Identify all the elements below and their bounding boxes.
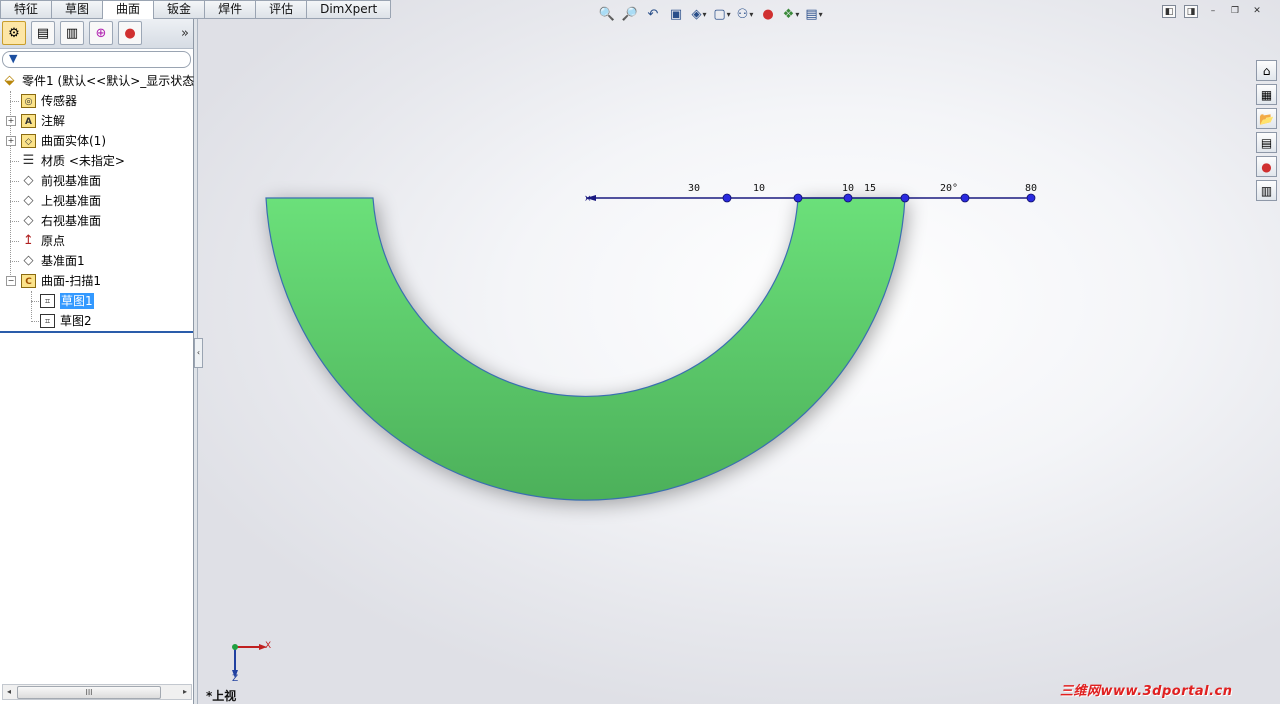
custom-properties-icon[interactable]: ▥ (1256, 180, 1277, 201)
dimxpert-manager-icon[interactable]: ⊕ (89, 21, 113, 45)
edit-appearance-icon[interactable]: ● (758, 5, 778, 23)
sensor-icon: ◎ (21, 94, 36, 108)
filter-icon: ▼ (9, 52, 18, 65)
configuration-manager-icon[interactable]: ▥ (60, 21, 84, 45)
close-icon[interactable]: ✕ (1250, 5, 1264, 18)
feature-tree: ⬙ 零件1 (默认<<默认>_显示状态 ◎ 传感器 + A 注解 + ◇ 曲面实… (0, 71, 195, 331)
view-palette-icon[interactable]: ▤ (1256, 132, 1277, 153)
window-controls: ◧ ◨ – ❐ ✕ (1162, 5, 1272, 18)
task-pane: ⌂ ▦ 📂 ▤ ● ▥ (1256, 60, 1280, 204)
triad-z-label: Z (232, 674, 239, 684)
tree-filter-input[interactable]: ▼ (2, 51, 191, 68)
collapse-panel-handle[interactable]: ‹ (194, 338, 203, 368)
expand-icon[interactable]: + (6, 116, 16, 126)
tree-item-origin[interactable]: ↥ 原点 (0, 231, 193, 251)
scroll-left-icon[interactable]: ◂ (3, 685, 15, 699)
tab-sheet-metal[interactable]: 钣金 (153, 0, 206, 18)
tab-surfaces[interactable]: 曲面 (102, 0, 155, 19)
view-name-label: *上视 (206, 689, 237, 703)
tab-weldments[interactable]: 焊件 (204, 0, 257, 18)
zoom-to-area-icon[interactable]: 🔎 (620, 5, 640, 23)
tree-item-top-plane[interactable]: ◇ 上视基准面 (0, 191, 193, 211)
section-view-icon[interactable]: ▣ (666, 5, 686, 23)
previous-view-icon[interactable]: ↶ (643, 5, 663, 23)
tab-sketch[interactable]: 草图 (51, 0, 104, 18)
triad-x-label: X (265, 641, 272, 651)
file-explorer-icon[interactable]: 📂 (1256, 108, 1277, 129)
graphics-area[interactable]: × 30 10 10 15 20° 80 X Z (197, 0, 1280, 704)
tab-dimxpert[interactable]: DimXpert (306, 0, 392, 18)
dimension-label[interactable]: 30 (688, 183, 700, 194)
plane-icon: ◇ (23, 173, 34, 188)
tree-item-material[interactable]: ☰ 材质 <未指定> (0, 151, 193, 171)
tree-item-surface-bodies[interactable]: + ◇ 曲面实体(1) (0, 131, 193, 151)
watermark: 三维网www.3dportal.cn (1060, 684, 1233, 699)
sweep-icon: C (21, 274, 36, 288)
manager-tabs-toolbar: ⚙ ▤ ▥ ⊕ ● » (0, 18, 193, 49)
view-settings-icon[interactable]: ▤ (804, 5, 824, 23)
tile-left-icon[interactable]: ◧ (1162, 5, 1176, 18)
feature-manager-panel: ⚙ ▤ ▥ ⊕ ● » ▼ ⬙ 零件1 (默认<<默认>_显示状态 ◎ 传感器 … (0, 18, 194, 704)
part-icon: ⬙ (4, 73, 15, 88)
tab-evaluate[interactable]: 评估 (255, 0, 308, 18)
tree-item-front-plane[interactable]: ◇ 前视基准面 (0, 171, 193, 191)
collapse-icon[interactable]: − (6, 276, 16, 286)
appearances-icon[interactable]: ● (1256, 156, 1277, 177)
svg-text:×: × (584, 194, 592, 204)
swept-surface[interactable] (265, 197, 906, 501)
solidworks-resources-icon[interactable]: ⌂ (1256, 60, 1277, 81)
minimize-icon[interactable]: – (1206, 5, 1220, 18)
tile-right-icon[interactable]: ◨ (1184, 5, 1198, 18)
scroll-right-icon[interactable]: ▸ (179, 685, 191, 699)
display-style-icon[interactable]: ▢ (712, 5, 732, 23)
tree-root[interactable]: ⬙ 零件1 (默认<<默认>_显示状态 (0, 71, 195, 91)
feature-manager-icon[interactable]: ⚙ (2, 21, 26, 45)
expand-icon[interactable]: + (6, 136, 16, 146)
heads-up-view-toolbar: 🔍 🔎 ↶ ▣ ◈ ▢ ⚇ ● ❖ ▤ (597, 4, 827, 24)
tree-item-right-plane[interactable]: ◇ 右视基准面 (0, 211, 193, 231)
command-manager-tabs: 特征 草图 曲面 钣金 焊件 评估 DimXpert (0, 0, 392, 19)
tree-item-plane1[interactable]: ◇ 基准面1 (0, 251, 193, 271)
apply-scene-icon[interactable]: ❖ (781, 5, 801, 23)
model-view: × (232, 193, 1036, 678)
view-orientation-icon[interactable]: ◈ (689, 5, 709, 23)
material-icon: ☰ (22, 153, 35, 168)
origin-icon: ↥ (23, 233, 34, 248)
dimension-label[interactable]: 80 (1025, 183, 1037, 194)
dimension-label[interactable]: 15 (864, 183, 876, 194)
plane-icon: ◇ (23, 193, 34, 208)
surface-bodies-icon: ◇ (21, 134, 36, 148)
annotation-icon: A (21, 114, 36, 128)
restore-icon[interactable]: ❐ (1228, 5, 1242, 18)
hide-show-items-icon[interactable]: ⚇ (735, 5, 755, 23)
sketch-icon: ⌗ (40, 314, 55, 328)
tree-item-sensors[interactable]: ◎ 传感器 (0, 91, 193, 111)
tab-features[interactable]: 特征 (0, 0, 53, 18)
rollback-bar[interactable] (0, 331, 193, 333)
zoom-to-fit-icon[interactable]: 🔍 (597, 5, 617, 23)
tree-item-surface-sweep[interactable]: − C 曲面-扫描1 (0, 271, 193, 291)
more-tabs-button[interactable]: » (181, 26, 189, 41)
plane-icon: ◇ (23, 253, 34, 268)
tree-item-sketch1[interactable]: ⌗ 草图1 (0, 291, 193, 311)
display-manager-icon[interactable]: ● (118, 21, 142, 45)
view-triad (232, 644, 267, 678)
dimension-label[interactable]: 20° (940, 183, 958, 194)
property-manager-icon[interactable]: ▤ (31, 21, 55, 45)
design-library-icon[interactable]: ▦ (1256, 84, 1277, 105)
sketch-icon: ⌗ (40, 294, 55, 308)
plane-icon: ◇ (23, 213, 34, 228)
dimension-label[interactable]: 10 (842, 183, 854, 194)
tree-horizontal-scrollbar[interactable]: ◂ III ▸ (2, 684, 192, 700)
tree-item-sketch2[interactable]: ⌗ 草图2 (0, 311, 193, 331)
tree-item-annotations[interactable]: + A 注解 (0, 111, 193, 131)
scroll-thumb[interactable]: III (17, 686, 161, 699)
dimension-label[interactable]: 10 (753, 183, 765, 194)
